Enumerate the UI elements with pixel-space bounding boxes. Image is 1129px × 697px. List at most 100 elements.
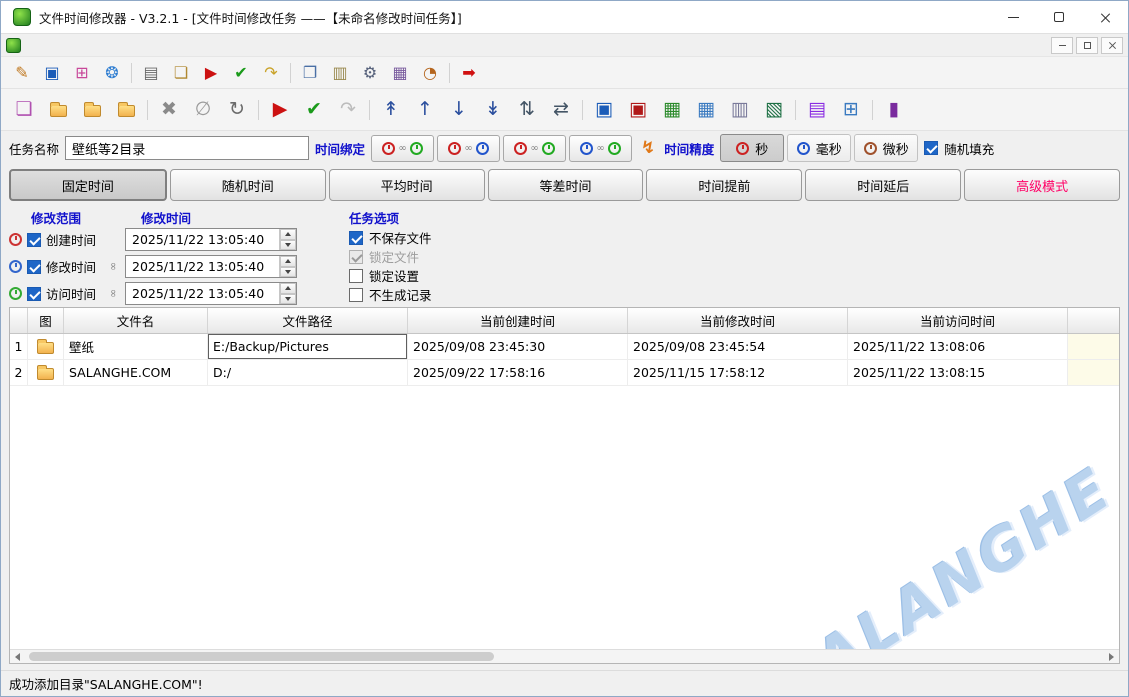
homepage-button[interactable]: ❂ [97,59,127,86]
scroll-left-button[interactable] [10,650,25,663]
settings-button[interactable]: ⚙ [355,59,385,86]
chain-icon[interactable]: ∞ [107,260,120,273]
scrollbar-thumb[interactable] [29,652,494,661]
move-down-button[interactable]: ↓ [442,93,476,126]
grid-view-button[interactable]: ⊞ [834,93,868,126]
time-type-checkbox[interactable] [27,260,41,274]
option-checkbox[interactable] [349,269,363,283]
refresh-button[interactable]: ↻ [220,93,254,126]
mdi-minimize-button[interactable] [1051,37,1073,54]
precision-option-0[interactable]: 秒 [720,134,784,162]
file-path-cell[interactable]: E:/Backup/Pictures [208,334,408,359]
maximize-button[interactable] [1036,1,1082,33]
apply-button[interactable]: ✔ [226,59,256,86]
row-number-header[interactable] [10,308,28,333]
mode-tab-6[interactable]: 高级模式 [964,169,1120,201]
mdi-restore-button[interactable] [1076,37,1098,54]
precision-option-2[interactable]: 微秒 [854,134,918,162]
time-type-checkbox[interactable] [27,287,41,301]
window-find-button[interactable]: ❐ [295,59,325,86]
option-checkbox[interactable] [349,288,363,302]
add-file-button[interactable]: ❏ [7,93,41,126]
spin-up-button[interactable] [280,283,296,294]
database-button[interactable]: ▤ [800,93,834,126]
open-folder-button[interactable] [41,93,75,126]
bind-create-access-button[interactable]: ∞ [437,135,500,162]
import-folder-button[interactable] [109,93,143,126]
delete-button[interactable]: ✖ [152,93,186,126]
spin-up-button[interactable] [280,229,296,240]
close-button[interactable] [1082,1,1128,33]
undo-button[interactable]: ↷ [256,59,286,86]
spin-down-button[interactable] [280,294,296,305]
shuffle-button[interactable]: ⇄ [544,93,578,126]
bind-modify-access-button[interactable]: ∞ [503,135,566,162]
scroll-right-button[interactable] [1104,650,1119,663]
task-manager-button[interactable]: ⊞ [67,59,97,86]
move-bottom-button[interactable]: ↡ [476,93,510,126]
run-task-button[interactable]: ▶ [263,93,297,126]
spin-down-button[interactable] [280,240,296,251]
column-header[interactable]: 文件名 [64,308,208,333]
mdi-close-button[interactable] [1101,37,1123,54]
mode-tab-2[interactable]: 平均时间 [329,169,485,201]
apply-task-button[interactable]: ✔ [297,93,331,126]
task-name-input[interactable] [65,136,309,160]
bind-all-times-button[interactable]: ∞ [569,135,632,162]
run-button[interactable]: ▶ [196,59,226,86]
add-folder-button[interactable] [75,93,109,126]
new-task-button[interactable]: ✎ [7,59,37,86]
undo-icon: ↷ [264,65,277,81]
minimize-button[interactable] [990,1,1036,33]
mode-tab-5[interactable]: 时间延后 [805,169,961,201]
swap-button[interactable]: ⇅ [510,93,544,126]
clear-list-button[interactable]: ∅ [186,93,220,126]
mode-tab-3[interactable]: 等差时间 [488,169,644,201]
table-row[interactable]: 2SALANGHE.COMD:/2025/09/22 17:58:162025/… [10,360,1119,386]
move-up-button[interactable]: ↑ [408,93,442,126]
column-header[interactable]: 图 [28,308,64,333]
log-button[interactable]: ▦ [385,59,415,86]
column-header[interactable]: 当前创建时间 [408,308,628,333]
option-checkbox[interactable] [349,231,363,245]
datetime-input[interactable]: 2025/11/22 13:05:40 [125,282,297,305]
datetime-input[interactable]: 2025/11/22 13:05:40 [125,255,297,278]
mode-tab-4[interactable]: 时间提前 [646,169,802,201]
mode-tab-0[interactable]: 固定时间 [9,169,167,201]
save-as-button[interactable]: ▣ [621,93,655,126]
column-header[interactable]: 当前修改时间 [628,308,848,333]
export-table-button[interactable]: ▦ [655,93,689,126]
clipboard-button[interactable]: ▥ [325,59,355,86]
spin-down-button[interactable] [280,267,296,278]
precision-option-label: 秒 [755,139,768,158]
table-row[interactable]: 1壁纸E:/Backup/Pictures2025/09/08 23:45:30… [10,334,1119,360]
time-type-checkbox[interactable] [27,233,41,247]
print-button[interactable]: ▤ [136,59,166,86]
schedule-button[interactable]: ◔ [415,59,445,86]
mobile-button[interactable]: ▮ [877,93,911,126]
unlink-icon[interactable]: ↯ [641,138,655,158]
mode-tab-1[interactable]: 随机时间 [170,169,326,201]
column-header[interactable]: 当前访问时间 [848,308,1068,333]
save-list-button[interactable]: ▣ [587,93,621,126]
bind-create-modify-button[interactable]: ∞ [371,135,434,162]
chain-icon[interactable]: ∞ [107,287,120,300]
save-task-button[interactable]: ▣ [37,59,67,86]
copy-table-button[interactable]: ▥ [723,93,757,126]
export-excel-button[interactable]: ▧ [757,93,791,126]
task-manager-icon: ⊞ [75,65,88,81]
horizontal-scrollbar[interactable] [10,649,1119,663]
homepage-icon: ❂ [105,65,118,81]
random-fill-checkbox[interactable] [924,141,938,155]
move-top-button[interactable]: ↟ [374,93,408,126]
column-header[interactable]: 文件路径 [208,308,408,333]
exit-button[interactable]: ➡ [454,59,484,86]
copy-button[interactable]: ❏ [166,59,196,86]
undo-task-button[interactable]: ↷ [331,93,365,126]
spin-up-button[interactable] [280,256,296,267]
import-table-button[interactable]: ▦ [689,93,723,126]
file-path-cell[interactable]: D:/ [208,360,408,385]
scrollbar-track[interactable] [25,650,1104,663]
datetime-input[interactable]: 2025/11/22 13:05:40 [125,228,297,251]
precision-option-1[interactable]: 毫秒 [787,134,851,162]
